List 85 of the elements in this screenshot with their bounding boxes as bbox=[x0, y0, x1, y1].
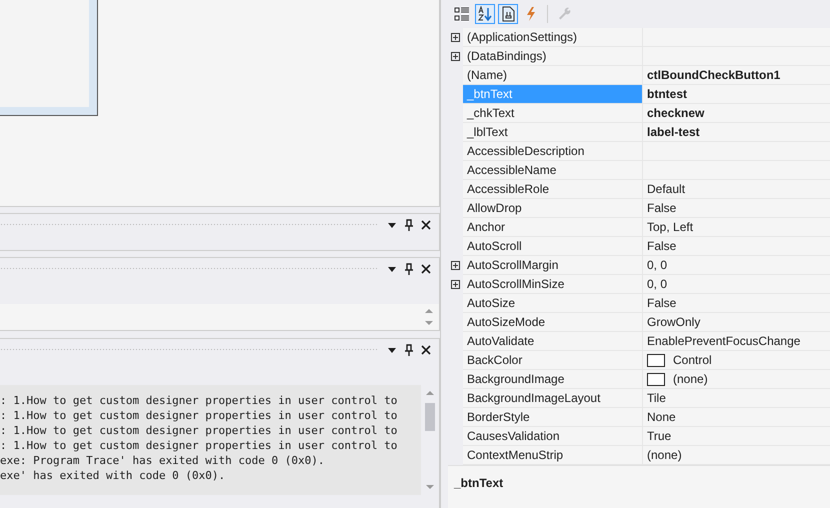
value-text: Tile bbox=[647, 390, 666, 407]
expand-icon[interactable] bbox=[451, 52, 460, 61]
pin-icon[interactable] bbox=[405, 219, 413, 231]
pin-icon[interactable] bbox=[405, 344, 413, 356]
sort-az-icon[interactable] bbox=[475, 4, 495, 24]
property-name[interactable]: BackgroundImage bbox=[463, 370, 643, 389]
value-text: True bbox=[647, 428, 672, 445]
value-text: Control bbox=[673, 352, 712, 369]
property-value[interactable]: Tile bbox=[643, 389, 830, 408]
close-icon[interactable] bbox=[421, 220, 431, 230]
property-name[interactable]: (ApplicationSettings) bbox=[463, 28, 643, 47]
expand-icon[interactable] bbox=[451, 33, 460, 42]
property-name[interactable]: BorderStyle bbox=[463, 408, 643, 427]
property-name[interactable]: AutoScrollMinSize bbox=[463, 275, 643, 294]
color-swatch bbox=[647, 372, 665, 386]
output-line: exe' has exited with code 0 (0x0). bbox=[0, 468, 226, 483]
property-name[interactable]: (DataBindings) bbox=[463, 47, 643, 66]
property-value[interactable]: False bbox=[643, 237, 830, 256]
property-name[interactable]: AutoScrollMargin bbox=[463, 256, 643, 275]
property-value[interactable]: (none) bbox=[643, 446, 830, 465]
output-line: exe: Program Trace' has exited with code 0 (0x0). bbox=[0, 453, 326, 468]
value-text: ctlBoundCheckButton1 bbox=[647, 67, 780, 84]
property-name[interactable]: AccessibleDescription bbox=[463, 142, 643, 161]
value-text: 0, 0 bbox=[647, 257, 668, 274]
property-name[interactable]: ContextMenuStrip bbox=[463, 446, 643, 465]
property-value[interactable]: Control bbox=[643, 351, 830, 370]
value-text: btntest bbox=[647, 86, 687, 103]
property-name[interactable]: AutoSizeMode bbox=[463, 313, 643, 332]
property-value[interactable]: None bbox=[643, 408, 830, 427]
scrollbar-thumb[interactable] bbox=[425, 403, 435, 431]
property-value[interactable]: 0, 0 bbox=[643, 275, 830, 294]
description-title: _btnText bbox=[454, 476, 504, 490]
value-text: Top, Left bbox=[647, 219, 694, 236]
close-icon[interactable] bbox=[421, 264, 431, 274]
dropdown-icon[interactable] bbox=[387, 221, 397, 229]
property-value[interactable]: Default bbox=[643, 180, 830, 199]
property-name[interactable]: _lblText bbox=[463, 123, 643, 142]
page-icon[interactable] bbox=[498, 4, 518, 24]
property-value[interactable]: True bbox=[643, 427, 830, 446]
property-value[interactable]: False bbox=[643, 199, 830, 218]
value-text: False bbox=[647, 295, 676, 312]
output-line: : 1.How to get custom designer properties in user control to bbox=[0, 408, 398, 423]
value-text: GrowOnly bbox=[647, 314, 700, 331]
expand-icon[interactable] bbox=[451, 280, 460, 289]
value-text: label-test bbox=[647, 124, 700, 141]
property-value[interactable]: EnablePreventFocusChange bbox=[643, 332, 830, 351]
property-value[interactable]: False bbox=[643, 294, 830, 313]
property-value[interactable]: Top, Left bbox=[643, 218, 830, 237]
scroll-arrows-icon[interactable] bbox=[424, 306, 434, 328]
output-line: : 1.How to get custom designer properties in user control to bbox=[0, 438, 398, 453]
pin-icon[interactable] bbox=[405, 263, 413, 275]
value-text: (none) bbox=[673, 371, 708, 388]
dropdown-icon[interactable] bbox=[387, 265, 397, 273]
property-value[interactable]: GrowOnly bbox=[643, 313, 830, 332]
property-value[interactable]: (none) bbox=[643, 370, 830, 389]
value-text: False bbox=[647, 238, 676, 255]
value-text: None bbox=[647, 409, 676, 426]
property-name[interactable]: AutoScroll bbox=[463, 237, 643, 256]
property-value[interactable]: btntest bbox=[643, 85, 830, 104]
expand-icon[interactable] bbox=[451, 261, 460, 270]
close-icon[interactable] bbox=[421, 345, 431, 355]
property-name[interactable]: _chkText bbox=[463, 104, 643, 123]
property-name[interactable]: AutoSize bbox=[463, 294, 643, 313]
property-name[interactable]: AccessibleRole bbox=[463, 180, 643, 199]
output-line: : 1.How to get custom designer properties in user control to bbox=[0, 423, 398, 438]
value-text: 0, 0 bbox=[647, 276, 668, 293]
color-swatch bbox=[647, 354, 665, 366]
property-value[interactable]: label-test bbox=[643, 123, 830, 142]
value-text: (none) bbox=[647, 447, 682, 464]
property-name[interactable]: AllowDrop bbox=[463, 199, 643, 218]
dropdown-icon[interactable] bbox=[387, 346, 397, 354]
output-line: : 1.How to get custom designer properties in user control to bbox=[0, 393, 398, 408]
property-value[interactable]: checknew bbox=[643, 104, 830, 123]
property-name[interactable]: AccessibleName bbox=[463, 161, 643, 180]
property-name[interactable]: AutoValidate bbox=[463, 332, 643, 351]
property-name[interactable]: BackgroundImageLayout bbox=[463, 389, 643, 408]
property-value[interactable]: ctlBoundCheckButton1 bbox=[643, 66, 830, 85]
property-value[interactable]: 0, 0 bbox=[643, 256, 830, 275]
property-name[interactable]: Anchor bbox=[463, 218, 643, 237]
value-text: EnablePreventFocusChange bbox=[647, 333, 800, 350]
property-name[interactable]: CausesValidation bbox=[463, 427, 643, 446]
value-text: checknew bbox=[647, 105, 704, 122]
property-name[interactable]: BackColor bbox=[463, 351, 643, 370]
value-text: False bbox=[647, 200, 676, 217]
value-text: Default bbox=[647, 181, 686, 198]
